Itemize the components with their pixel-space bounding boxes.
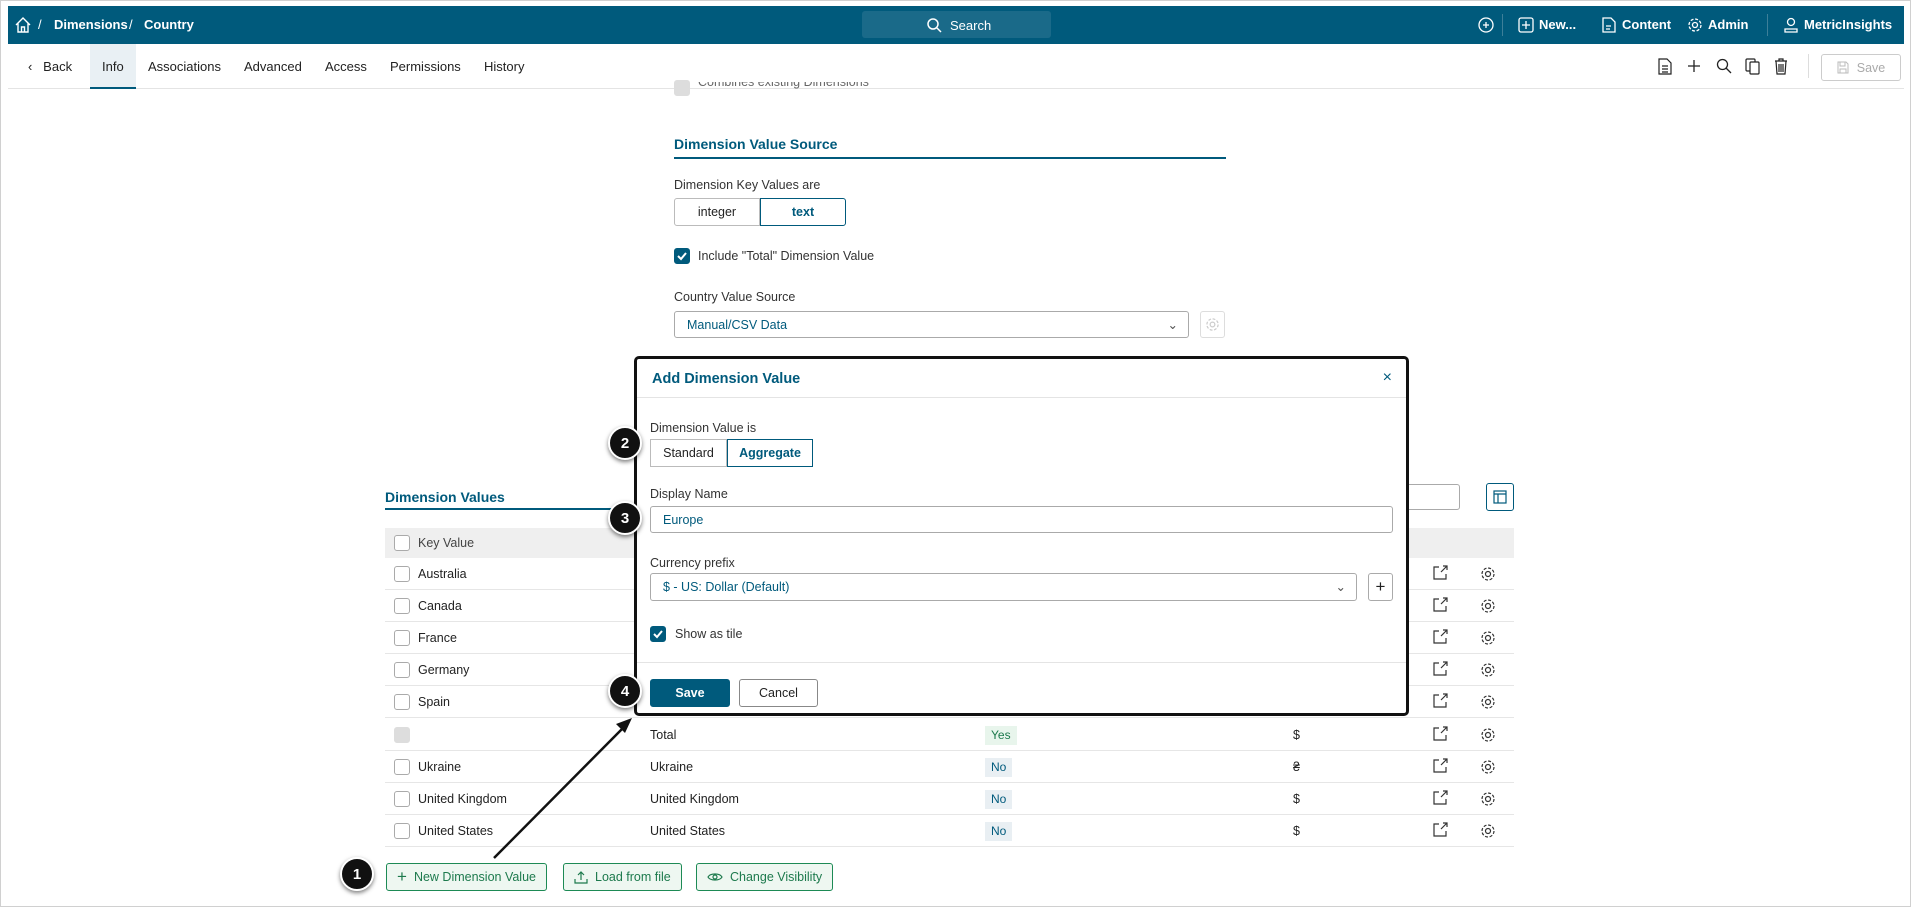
annotation-arrow [493,718,632,859]
callout-3: 3 [608,501,642,535]
callout-4: 4 [608,674,642,708]
callout-2: 2 [608,426,642,460]
callout-1: 1 [340,857,374,891]
